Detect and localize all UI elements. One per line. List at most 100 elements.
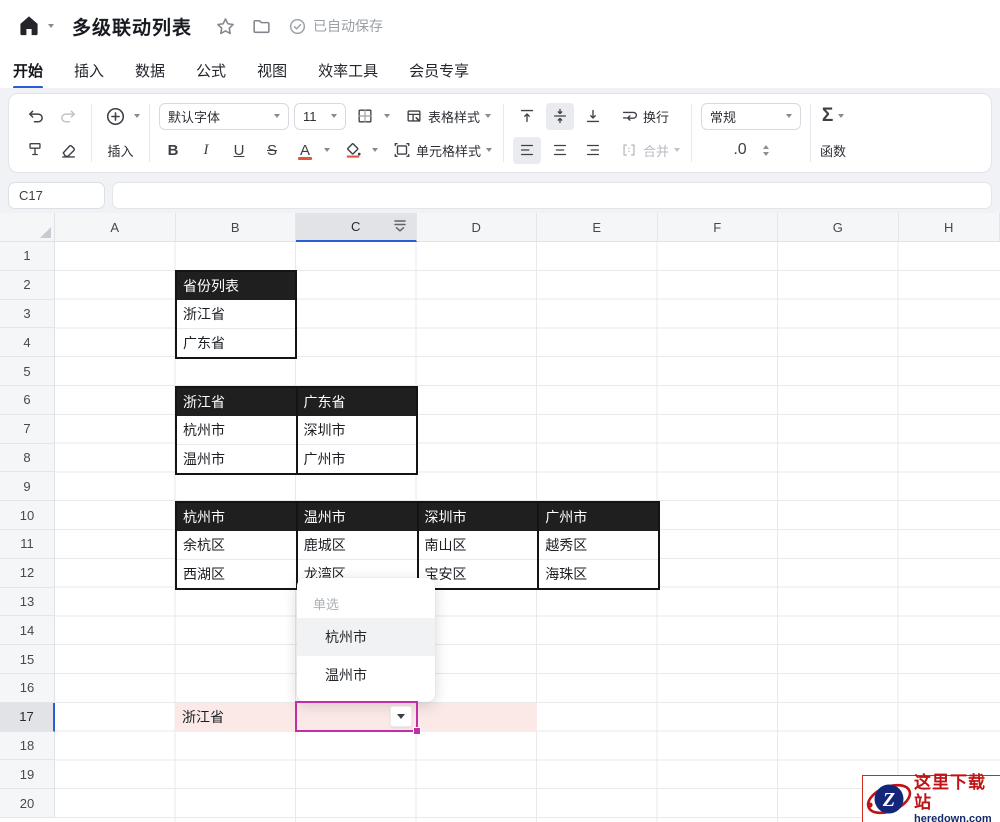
- tab-insert[interactable]: 插入: [73, 54, 105, 87]
- decimal-stepper[interactable]: [763, 145, 769, 156]
- row-header-15[interactable]: 15: [0, 645, 55, 674]
- table-style-button[interactable]: 表格样式: [403, 103, 493, 130]
- cell-c6[interactable]: 广东省: [298, 388, 417, 416]
- cell-b12[interactable]: 西湖区: [177, 559, 296, 588]
- tab-membership[interactable]: 会员专享: [408, 54, 470, 87]
- align-center-button[interactable]: [546, 137, 574, 164]
- merge-cells-button[interactable]: 合并: [618, 137, 682, 164]
- column-header-e[interactable]: E: [537, 213, 658, 242]
- decimal-decrease-icon[interactable]: [763, 152, 769, 156]
- column-menu-icon[interactable]: [390, 217, 410, 238]
- cell-reference-box[interactable]: C17: [8, 182, 105, 209]
- formula-input[interactable]: [112, 182, 992, 209]
- row-header-5[interactable]: 5: [0, 357, 55, 386]
- cell-b10[interactable]: 杭州市: [177, 503, 296, 531]
- column-header-f[interactable]: F: [658, 213, 779, 242]
- cell-d11[interactable]: 南山区: [419, 531, 538, 559]
- font-family-select[interactable]: 默认字体: [159, 103, 289, 130]
- column-header-h[interactable]: H: [899, 213, 1000, 242]
- row-header-4[interactable]: 4: [0, 328, 55, 357]
- align-bottom-button[interactable]: [579, 103, 607, 130]
- fill-color-caret[interactable]: [372, 148, 378, 152]
- row-header-19[interactable]: 19: [0, 760, 55, 789]
- cell-b11[interactable]: 余杭区: [177, 531, 296, 559]
- fill-color-button[interactable]: [339, 137, 367, 164]
- cell-dropdown-button[interactable]: [390, 706, 412, 727]
- cell-c8[interactable]: 广州市: [298, 444, 417, 473]
- align-top-button[interactable]: [513, 103, 541, 130]
- cell-c7[interactable]: 深圳市: [298, 416, 417, 444]
- insert-label[interactable]: 插入: [105, 137, 135, 164]
- cell-c10[interactable]: 温州市: [298, 503, 417, 531]
- column-header-b[interactable]: B: [176, 213, 297, 242]
- redo-button[interactable]: [54, 103, 82, 130]
- font-color-button[interactable]: A: [291, 137, 319, 164]
- row-header-7[interactable]: 7: [0, 415, 55, 444]
- cell-b6[interactable]: 浙江省: [177, 388, 296, 416]
- folder-icon[interactable]: [246, 11, 276, 41]
- cell-d10[interactable]: 深圳市: [419, 503, 538, 531]
- italic-button[interactable]: I: [192, 137, 220, 164]
- row-header-16[interactable]: 16: [0, 674, 55, 703]
- format-painter-button[interactable]: [21, 137, 49, 164]
- cell-b7[interactable]: 杭州市: [177, 416, 296, 444]
- column-header-c[interactable]: C: [296, 213, 417, 242]
- cell-b2[interactable]: 省份列表: [177, 272, 295, 300]
- autosum-icon[interactable]: Σ: [822, 105, 833, 127]
- font-size-select[interactable]: 11: [294, 103, 346, 130]
- home-button[interactable]: [14, 11, 54, 41]
- row-header-13[interactable]: 13: [0, 588, 55, 617]
- dropdown-option-hangzhou[interactable]: 杭州市: [297, 618, 435, 656]
- row-header-8[interactable]: 8: [0, 444, 55, 473]
- fill-handle[interactable]: [413, 727, 421, 735]
- borders-caret[interactable]: [384, 114, 390, 118]
- tab-home[interactable]: 开始: [12, 54, 44, 87]
- row-header-11[interactable]: 11: [0, 530, 55, 559]
- column-header-d[interactable]: D: [417, 213, 538, 242]
- decimal-increase-icon[interactable]: [763, 145, 769, 149]
- star-icon[interactable]: [210, 11, 240, 41]
- row-header-3[interactable]: 3: [0, 300, 55, 329]
- row-header-14[interactable]: 14: [0, 616, 55, 645]
- row-header-1[interactable]: 1: [0, 242, 55, 271]
- row-header-20[interactable]: 20: [0, 789, 55, 818]
- cell-e10[interactable]: 广州市: [539, 503, 658, 531]
- cell-e12[interactable]: 海珠区: [539, 559, 658, 588]
- row-header-17[interactable]: 17: [0, 703, 55, 732]
- insert-button[interactable]: [101, 103, 129, 130]
- row-header-6[interactable]: 6: [0, 386, 55, 415]
- bold-button[interactable]: B: [159, 137, 187, 164]
- function-button[interactable]: 函数: [820, 141, 846, 160]
- row-header-12[interactable]: 12: [0, 559, 55, 588]
- autosum-caret[interactable]: [838, 114, 844, 118]
- wrap-text-button[interactable]: 换行: [618, 103, 671, 130]
- eraser-button[interactable]: [54, 137, 82, 164]
- cell-b8[interactable]: 温州市: [177, 444, 296, 473]
- select-all-corner[interactable]: [0, 213, 55, 242]
- dropdown-option-wenzhou[interactable]: 温州市: [297, 656, 435, 694]
- cell-c11[interactable]: 鹿城区: [298, 531, 417, 559]
- row-header-18[interactable]: 18: [0, 732, 55, 761]
- align-middle-button[interactable]: [546, 103, 574, 130]
- column-header-a[interactable]: A: [55, 213, 176, 242]
- selected-cell-c17[interactable]: [295, 701, 419, 732]
- font-color-caret[interactable]: [324, 148, 330, 152]
- strikethrough-button[interactable]: S: [258, 137, 286, 164]
- cell-e11[interactable]: 越秀区: [539, 531, 658, 559]
- cell-style-button[interactable]: 单元格样式: [391, 137, 494, 164]
- row-header-10[interactable]: 10: [0, 501, 55, 530]
- column-header-g[interactable]: G: [778, 213, 899, 242]
- insert-caret[interactable]: [134, 114, 140, 118]
- tab-efficiency-tools[interactable]: 效率工具: [317, 54, 379, 87]
- cell-b3[interactable]: 浙江省: [177, 300, 295, 328]
- row-header-2[interactable]: 2: [0, 271, 55, 300]
- home-menu-caret[interactable]: [48, 24, 54, 28]
- underline-button[interactable]: U: [225, 137, 253, 164]
- number-format-select[interactable]: 常规: [701, 103, 801, 130]
- tab-data[interactable]: 数据: [134, 54, 166, 87]
- align-right-button[interactable]: [579, 137, 607, 164]
- tab-formula[interactable]: 公式: [195, 54, 227, 87]
- align-left-button[interactable]: [513, 137, 541, 164]
- cell-b4[interactable]: 广东省: [177, 328, 295, 357]
- tab-view[interactable]: 视图: [256, 54, 288, 87]
